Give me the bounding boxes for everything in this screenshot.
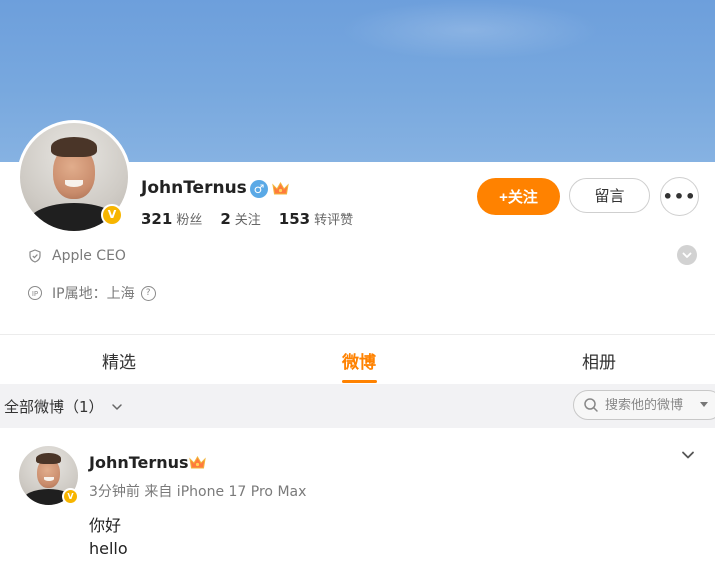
following-count[interactable]: 2 (220, 210, 230, 228)
shield-icon (29, 249, 41, 263)
ip-location-icon: IP (28, 286, 42, 300)
more-options-button[interactable]: ••• (660, 177, 699, 216)
profile-stats: 321 粉丝 2 关注 153 转评赞 (141, 209, 371, 228)
post-verified-badge-icon: V (62, 488, 79, 505)
search-input[interactable] (605, 397, 695, 413)
post-meta[interactable]: 3分钟前 来自 iPhone 17 Pro Max (89, 481, 306, 501)
fans-count[interactable]: 321 (141, 210, 172, 228)
ip-location-text: IP属地：上海 (52, 286, 135, 302)
message-button[interactable]: 留言 (569, 178, 650, 213)
crown-icon (272, 182, 289, 195)
ip-row: IP IP属地：上海 ? (28, 283, 156, 303)
dropdown-caret-icon[interactable] (699, 401, 709, 409)
expand-info-button[interactable] (677, 245, 697, 265)
crown-icon (189, 456, 206, 469)
active-tab-indicator (342, 380, 377, 383)
chevron-down-icon (682, 252, 692, 258)
fans-label[interactable]: 粉丝 (176, 209, 202, 228)
tab-featured[interactable]: 精选 (102, 348, 136, 373)
post-options-chevron-icon[interactable] (680, 447, 696, 463)
follow-button[interactable]: +关注 (477, 178, 560, 215)
all-posts-label: 全部微博（1） (4, 398, 104, 416)
profile-name: JohnTernus (141, 178, 247, 198)
tab-weibo[interactable]: 微博 (342, 348, 376, 373)
chevron-down-icon (111, 403, 122, 410)
profile-avatar-frame: V (17, 120, 131, 234)
all-posts-filter[interactable]: 全部微博（1） (4, 396, 124, 417)
bio-row: Apple CEO (28, 248, 126, 264)
verified-badge-icon: V (101, 204, 123, 226)
section-divider (0, 334, 715, 335)
post-text-line-1: 你好 (89, 516, 122, 535)
male-icon: ♂ (250, 180, 268, 198)
banner-cloud (340, 0, 600, 60)
post-text-line-2: hello (89, 539, 128, 558)
tab-album[interactable]: 相册 (582, 348, 616, 373)
post-search-box[interactable] (573, 390, 715, 420)
bio-text: Apple CEO (52, 248, 126, 264)
search-icon (584, 398, 598, 412)
following-label[interactable]: 关注 (235, 209, 261, 228)
reposts-count: 153 (278, 210, 311, 228)
post-author-name[interactable]: JohnTernus (89, 453, 189, 472)
help-icon[interactable]: ? (140, 285, 156, 301)
reposts-label: 转评赞 (314, 213, 354, 228)
